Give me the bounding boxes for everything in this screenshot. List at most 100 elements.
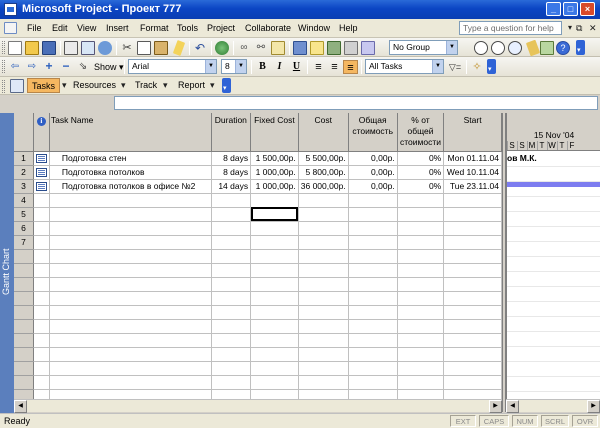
scroll-right-icon[interactable]: ▶ <box>587 400 600 413</box>
group-combo[interactable]: No Group ▼ <box>389 40 458 55</box>
row-number[interactable]: 5 <box>14 207 34 222</box>
entry-field[interactable] <box>114 96 598 110</box>
cell-pct[interactable]: 0% <box>397 151 445 166</box>
empty-cell[interactable] <box>397 305 445 320</box>
align-left-icon[interactable]: ≡ <box>311 60 326 74</box>
indicator-cell[interactable] <box>33 165 50 180</box>
empty-cell[interactable] <box>211 333 252 348</box>
cell-total[interactable]: 0,00р. <box>348 151 398 166</box>
cell-name[interactable]: Подготовка потолков в офисе №2 <box>49 179 212 194</box>
indicator-cell[interactable] <box>33 361 50 376</box>
chevron-down-icon[interactable]: ▼ <box>205 60 216 73</box>
empty-cell[interactable] <box>348 291 398 306</box>
table-row[interactable]: 4 <box>14 193 502 208</box>
empty-cell[interactable] <box>348 263 398 278</box>
empty-cell[interactable] <box>250 375 299 390</box>
row-number[interactable]: 4 <box>14 193 34 208</box>
empty-cell[interactable] <box>211 361 252 376</box>
toolbar-options-button[interactable] <box>576 40 585 55</box>
scroll-left-icon[interactable]: ◀ <box>506 400 519 413</box>
save-icon[interactable] <box>42 41 56 55</box>
undo-icon[interactable]: ↶ <box>193 41 207 55</box>
hide-subtasks-icon[interactable]: − <box>59 60 73 74</box>
zoom-in-icon[interactable] <box>474 41 488 55</box>
scroll-right-icon[interactable]: ▶ <box>489 400 502 413</box>
hyperlink-icon[interactable] <box>215 41 229 55</box>
empty-cell[interactable] <box>211 193 252 208</box>
cell-start[interactable]: Wed 10.11.04 <box>443 165 502 180</box>
empty-cell[interactable] <box>443 291 502 306</box>
cell-cost[interactable]: 5 800,00р. <box>298 165 349 180</box>
column-header-percent-total[interactable]: % от общей стоимости <box>397 113 445 152</box>
indicator-cell[interactable] <box>33 375 50 390</box>
table-row[interactable]: 6 <box>14 221 502 236</box>
chevron-down-icon[interactable]: ▼ <box>446 41 457 54</box>
empty-cell[interactable] <box>397 333 445 348</box>
empty-cell[interactable] <box>250 277 299 292</box>
chevron-down-icon[interactable]: ▾ <box>121 80 126 91</box>
menu-view[interactable]: View <box>77 23 96 33</box>
print-preview-icon[interactable] <box>81 41 95 55</box>
print-icon[interactable] <box>64 41 78 55</box>
italic-button[interactable]: I <box>272 60 287 74</box>
track-button[interactable]: Track <box>131 78 161 93</box>
row-number[interactable] <box>14 291 34 306</box>
table-row[interactable]: 3 Подготовка потолков в офисе №2 14 days 1 … <box>14 179 502 194</box>
empty-cell[interactable] <box>298 263 349 278</box>
row-number[interactable] <box>14 361 34 376</box>
empty-cell[interactable] <box>298 319 349 334</box>
table-row[interactable] <box>14 389 502 399</box>
task-notes-icon[interactable] <box>310 41 324 55</box>
empty-cell[interactable] <box>443 235 502 250</box>
table-row[interactable] <box>14 333 502 348</box>
outline-icon[interactable]: ⇘ <box>76 60 90 74</box>
empty-cell[interactable] <box>348 193 398 208</box>
restore-window-icon[interactable]: ⧉ <box>576 23 582 34</box>
indicator-cell[interactable] <box>33 319 50 334</box>
chevron-down-icon[interactable]: ▾ <box>62 80 67 91</box>
chevron-down-icon[interactable]: ▾ <box>568 23 572 32</box>
empty-cell[interactable] <box>443 249 502 264</box>
new-icon[interactable] <box>8 41 22 55</box>
table-horizontal-scrollbar[interactable]: ◀ ▶ <box>14 399 502 413</box>
empty-cell[interactable] <box>250 235 299 250</box>
toolbar-options-button[interactable] <box>487 59 496 74</box>
menu-help[interactable]: Help <box>339 23 358 33</box>
empty-cell[interactable] <box>397 389 445 399</box>
empty-cell[interactable] <box>397 291 445 306</box>
link-tasks-icon[interactable]: ∞ <box>237 41 251 55</box>
row-number[interactable]: 7 <box>14 235 34 250</box>
row-number[interactable] <box>14 319 34 334</box>
empty-cell[interactable] <box>211 305 252 320</box>
cell-fixed-cost[interactable]: 1 000,00р. <box>250 179 299 194</box>
row-number[interactable] <box>14 263 34 278</box>
table-row[interactable]: 5 <box>14 207 502 222</box>
document-icon[interactable] <box>4 22 17 34</box>
tasks-button[interactable]: Tasks <box>27 78 61 93</box>
empty-cell[interactable] <box>49 193 212 208</box>
empty-cell[interactable] <box>250 305 299 320</box>
empty-cell[interactable] <box>298 333 349 348</box>
empty-cell[interactable] <box>443 319 502 334</box>
empty-cell[interactable] <box>298 277 349 292</box>
indicator-cell[interactable] <box>33 207 50 222</box>
row-number[interactable] <box>14 375 34 390</box>
cell-duration[interactable]: 8 days <box>211 151 252 166</box>
cell-cost[interactable]: 36 000,00р. <box>298 179 349 194</box>
copy-icon[interactable] <box>137 41 151 55</box>
table-row[interactable]: 2 Подготовка потолков 8 days 1 000,00р. 5 80… <box>14 165 502 180</box>
autofilter-icon[interactable]: ▽= <box>448 60 462 74</box>
unlink-tasks-icon[interactable]: ⚯ <box>254 41 268 55</box>
row-number[interactable] <box>14 249 34 264</box>
empty-cell[interactable] <box>443 375 502 390</box>
gantt-horizontal-scrollbar[interactable]: ◀ ▶ <box>506 399 600 413</box>
empty-cell[interactable] <box>298 249 349 264</box>
close-button[interactable]: × <box>580 2 595 16</box>
empty-cell[interactable] <box>49 263 212 278</box>
filter-combo[interactable]: All Tasks ▼ <box>365 59 444 74</box>
chevron-down-icon[interactable]: ▼ <box>432 60 443 73</box>
timescale-header[interactable]: 15 Nov '04 SSMTWTF <box>507 113 600 151</box>
minimize-button[interactable]: _ <box>546 2 561 16</box>
empty-cell[interactable] <box>443 389 502 399</box>
empty-cell[interactable] <box>49 375 212 390</box>
